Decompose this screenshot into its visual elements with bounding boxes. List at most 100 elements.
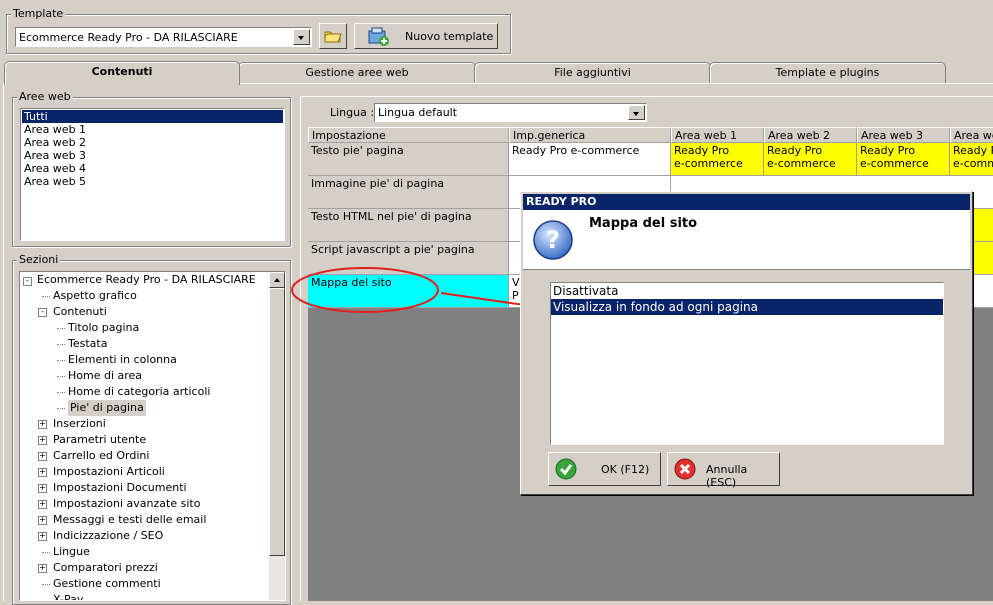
tree-item[interactable]: Inserzioni [53,416,106,432]
grid-header[interactable]: Area we [950,127,993,143]
tree-item[interactable]: Indicizzazione / SEO [53,528,163,544]
grid-cell-setting[interactable]: Testo HTML nel pie' di pagina [308,209,509,242]
dialog-titlebar[interactable]: READY PRO [523,194,970,210]
scroll-up-button[interactable] [269,272,285,288]
tree-root[interactable]: Ecommerce Ready Pro - DA RILASCIARE [37,272,256,288]
grid-cell-area[interactable]: Ready Pro e-commerce [857,143,950,176]
expand-icon[interactable]: + [38,532,47,541]
list-item[interactable]: Area web 4 [22,162,283,175]
tab-gestione-aree-web-label: Gestione aree web [305,66,409,79]
tab-file-aggiuntivi[interactable]: File aggiuntivi [474,62,711,84]
new-template-icon [368,27,389,46]
cancel-button[interactable]: Annulla (ESC) [667,452,780,489]
tree-item[interactable]: Home di area [68,368,142,384]
cancel-icon [674,458,696,480]
tree-item[interactable]: Impostazioni avanzate sito [53,496,200,512]
grid-cell-setting[interactable]: Immagine pie' di pagina [308,176,509,209]
expand-icon[interactable]: + [38,516,47,525]
open-folder-button[interactable] [319,23,347,49]
grid-header[interactable]: Area web 1 [671,127,764,143]
new-template-label: Nuovo template [405,30,494,43]
template-select[interactable]: Ecommerce Ready Pro - DA RILASCIARE [15,27,312,47]
dialog-header: ? Mappa del sito [523,210,970,270]
grid-header[interactable]: Area web 2 [764,127,857,143]
tab-gestione-aree-web[interactable]: Gestione aree web [238,62,476,84]
svg-text:?: ? [546,226,560,254]
tree-item[interactable]: Parametri utente [53,432,146,448]
grid-header[interactable]: Impostazione [308,127,509,143]
template-group-label: Template [11,7,66,20]
tree-item[interactable]: Impostazioni Documenti [53,480,187,496]
scroll-thumb[interactable] [269,288,285,556]
tree-connector [57,328,65,329]
grid-header[interactable]: Area web 3 [857,127,950,143]
new-template-button[interactable]: Nuovo template [354,23,498,49]
list-item[interactable]: Visualizza in fondo ad ogni pagina [551,299,943,315]
expand-icon[interactable]: + [38,468,47,477]
tree-connector [57,360,65,361]
expand-icon[interactable]: + [38,500,47,509]
lingua-select[interactable]: Lingua default [374,103,647,122]
tree-item[interactable]: Comparatori prezzi [53,560,158,576]
chevron-down-icon[interactable] [293,29,310,45]
tree-item[interactable]: Home di categoria articoli [68,384,210,400]
grid-cell-area[interactable]: Ready Pro e-commerce [671,143,764,176]
tree-scrollbar[interactable] [269,272,285,600]
grid-cell-generic[interactable]: Ready Pro e-commerce [509,143,671,176]
expand-icon[interactable]: + [38,420,47,429]
grid-cell-area[interactable]: Ready Pro e-commerce [764,143,857,176]
grid-cell-setting[interactable]: Script javascript a pie' pagina [308,242,509,275]
options-list[interactable]: Disattivata Visualizza in fondo ad ogni … [550,282,944,445]
aree-web-group-label: Aree web [17,90,73,103]
sezioni-tree[interactable]: - Ecommerce Ready Pro - DA RILASCIARE As… [19,271,286,601]
aree-web-list[interactable]: Tutti Area web 1 Area web 2 Area web 3 A… [20,108,285,241]
dialog-title: READY PRO [526,195,597,208]
expand-icon[interactable]: + [38,564,47,573]
tree-connector [57,376,65,377]
ok-button[interactable]: OK (F12) [548,452,661,486]
tree-item[interactable]: Aspetto grafico [53,288,137,304]
list-item[interactable]: Area web 3 [22,149,283,162]
tab-contenuti-label: Contenuti [91,65,153,78]
collapse-icon[interactable]: - [38,308,47,317]
tree-item[interactable]: Titolo pagina [68,320,139,336]
cancel-label: Annulla (ESC) [706,463,748,489]
collapse-icon[interactable]: - [23,277,32,286]
mappa-dialog: READY PRO ? Mappa del sito Disattivata V… [520,191,973,495]
list-item[interactable]: Disattivata [551,283,943,299]
list-item[interactable]: Tutti [22,110,283,123]
tree-item[interactable]: Contenuti [53,304,107,320]
tree-item[interactable]: Messaggi e testi delle email [53,512,206,528]
expand-icon[interactable]: + [38,484,47,493]
tab-contenuti[interactable]: Contenuti [4,61,240,85]
expand-icon[interactable]: + [38,436,47,445]
tab-template-plugins[interactable]: Template e plugins [709,62,946,84]
tree-item[interactable]: Pie' di pagina [68,400,146,416]
tree-item[interactable]: Gestione commenti [53,576,161,592]
tree-item[interactable]: Lingue [53,544,90,560]
tree-item[interactable]: X-Pay [53,592,83,600]
list-item[interactable]: Area web 2 [22,136,283,149]
grid-cell-setting[interactable]: Testo pie' pagina [308,143,509,176]
tree-item[interactable]: Impostazioni Articoli [53,464,165,480]
tree-item[interactable]: Carrello ed Ordini [53,448,149,464]
tree-connector [42,584,50,585]
chevron-down-icon[interactable] [628,105,645,120]
tree-connector [42,552,50,553]
expand-icon[interactable]: + [38,452,47,461]
tree-connector [57,392,65,393]
sezioni-group-label: Sezioni [17,253,61,266]
arrow-up-icon [274,278,280,282]
list-item[interactable]: Area web 1 [22,123,283,136]
lingua-label: Lingua : [330,106,375,119]
lingua-select-value: Lingua default [378,106,458,119]
tab-file-aggiuntivi-label: File aggiuntivi [554,66,631,79]
grid-cell-setting[interactable]: Mappa del sito [308,275,509,308]
grid-header[interactable]: Imp.generica [509,127,671,143]
dialog-heading: Mappa del sito [589,216,698,231]
grid-cell-area[interactable]: Ready P e-comm [950,143,993,176]
tree-item[interactable]: Elementi in colonna [68,352,177,368]
checkmark-icon [555,458,577,480]
tree-item[interactable]: Testata [68,336,107,352]
list-item[interactable]: Area web 5 [22,175,283,188]
